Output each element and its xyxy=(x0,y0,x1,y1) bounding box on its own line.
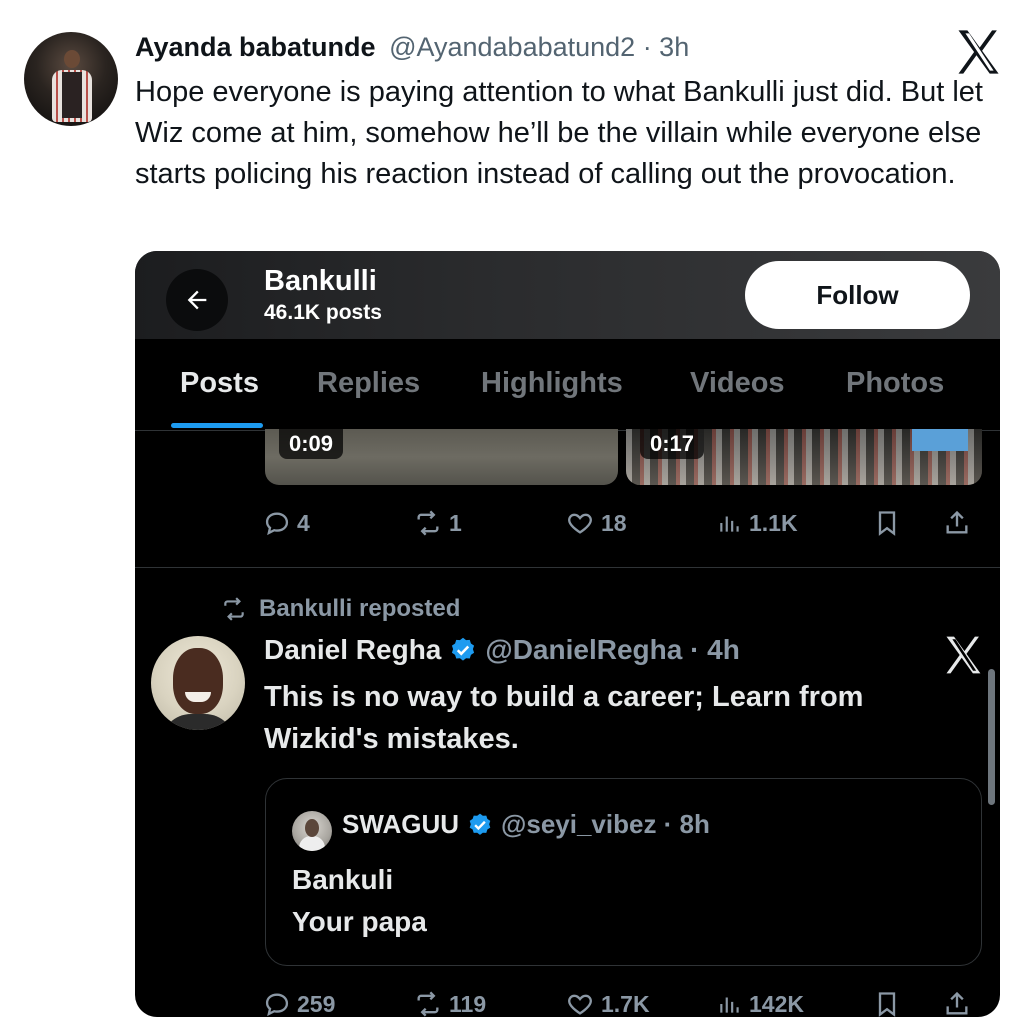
repost-count: 119 xyxy=(449,990,487,1017)
avatar-figure-head xyxy=(64,50,80,68)
reply-button[interactable]: 4 xyxy=(263,509,310,537)
active-tab-indicator xyxy=(171,423,263,428)
heart-icon xyxy=(568,994,592,1015)
avatar-shirt xyxy=(161,714,235,730)
like-count: 1.7K xyxy=(601,990,650,1017)
reposted-tweet-header: Daniel Regha @DanielRegha · 4h xyxy=(264,634,740,666)
repost-icon xyxy=(417,991,439,1017)
reply-count: 4 xyxy=(297,509,310,536)
divider xyxy=(135,567,1000,568)
tweet-header: Ayanda babatunde @Ayandababatund2 · 3h xyxy=(135,30,689,64)
embedded-screenshot[interactable]: Bankulli 46.1K posts Follow Posts Replie… xyxy=(135,251,1000,1017)
follow-button[interactable]: Follow xyxy=(745,261,970,329)
verified-badge-icon xyxy=(469,813,491,835)
author-avatar[interactable] xyxy=(24,32,118,126)
verified-badge-icon xyxy=(452,637,475,661)
x-logo-icon xyxy=(946,636,981,674)
bookmark-icon[interactable] xyxy=(873,508,901,538)
avatar-face xyxy=(305,819,319,837)
bookmark-icon[interactable] xyxy=(873,989,901,1017)
post-actions: 259 119 1.7K 142K xyxy=(263,984,983,1017)
video-duration: 0:09 xyxy=(279,429,344,459)
repost-count: 1 xyxy=(449,509,462,536)
avatar-body xyxy=(299,836,325,851)
video-thumbnail[interactable]: 0:17 xyxy=(626,429,982,485)
profile-name: Bankulli xyxy=(264,265,377,297)
post-actions: 4 1 18 1.1K xyxy=(263,503,983,543)
repost-indicator[interactable]: Bankulli reposted xyxy=(219,595,460,623)
tab-highlights[interactable]: Highlights xyxy=(481,367,623,400)
reply-icon xyxy=(265,512,289,536)
reposted-author-avatar[interactable] xyxy=(151,636,245,730)
quoted-tweet-header: SWAGUU @seyi_vibez · 8h xyxy=(342,809,710,840)
profile-tabs: Posts Replies Highlights Videos Photos xyxy=(135,339,1000,431)
reposted-author-name[interactable]: Daniel Regha xyxy=(264,634,441,666)
avatar-figure-vest xyxy=(62,72,82,118)
like-button[interactable]: 18 xyxy=(565,509,627,537)
repost-button[interactable]: 1 xyxy=(413,509,462,537)
quoted-tweet-text: Bankuli Your papa xyxy=(292,859,427,943)
profile-posts-count: 46.1K posts xyxy=(264,301,382,324)
like-count: 18 xyxy=(601,509,627,536)
quoted-text-line: Bankuli xyxy=(292,864,394,895)
scrollbar[interactable] xyxy=(988,669,995,805)
tent-image xyxy=(912,429,968,451)
tab-videos[interactable]: Videos xyxy=(690,367,785,400)
quoted-tweet[interactable]: SWAGUU @seyi_vibez · 8h Bankuli Your pap… xyxy=(265,778,982,966)
avatar-face xyxy=(173,648,223,714)
quoted-author-avatar xyxy=(292,811,332,851)
reply-button[interactable]: 259 xyxy=(263,990,335,1017)
repost-label: Bankulli reposted xyxy=(259,595,461,622)
views-icon xyxy=(720,997,739,1013)
views-icon xyxy=(720,516,739,532)
video-thumbnail[interactable]: 0:09 xyxy=(265,429,618,485)
share-icon[interactable] xyxy=(943,508,971,538)
quoted-author-name: SWAGUU xyxy=(342,809,459,839)
share-icon[interactable] xyxy=(943,989,971,1017)
profile-header: Bankulli 46.1K posts Follow xyxy=(135,251,1000,339)
quoted-text-line: Your papa xyxy=(292,906,427,937)
repost-button[interactable]: 119 xyxy=(413,990,486,1017)
x-logo-icon xyxy=(958,30,999,74)
author-handle[interactable]: @Ayandababatund2 · 3h xyxy=(389,32,689,62)
like-button[interactable]: 1.7K xyxy=(565,990,650,1017)
heart-icon xyxy=(568,513,592,534)
quoted-author-handle: @seyi_vibez · 8h xyxy=(501,809,710,839)
views-count: 142K xyxy=(749,990,804,1017)
tab-photos[interactable]: Photos xyxy=(846,367,944,400)
back-button[interactable] xyxy=(166,269,228,331)
views-count: 1.1K xyxy=(749,509,798,536)
video-duration: 0:17 xyxy=(640,429,705,459)
tab-posts[interactable]: Posts xyxy=(180,367,259,400)
author-name[interactable]: Ayanda babatunde xyxy=(135,32,376,62)
reposted-tweet-text: This is no way to build a career; Learn … xyxy=(264,681,864,755)
arrow-left-icon xyxy=(187,290,207,310)
tab-replies[interactable]: Replies xyxy=(317,367,420,400)
repost-icon xyxy=(417,510,439,536)
views-button[interactable]: 1.1K xyxy=(717,509,798,537)
repost-icon xyxy=(224,597,244,621)
reply-icon xyxy=(265,993,289,1017)
views-button[interactable]: 142K xyxy=(717,990,804,1017)
reposted-author-handle[interactable]: @DanielRegha · 4h xyxy=(485,634,739,666)
reply-count: 259 xyxy=(297,990,336,1017)
tweet-text: Hope everyone is paying attention to wha… xyxy=(135,76,983,190)
